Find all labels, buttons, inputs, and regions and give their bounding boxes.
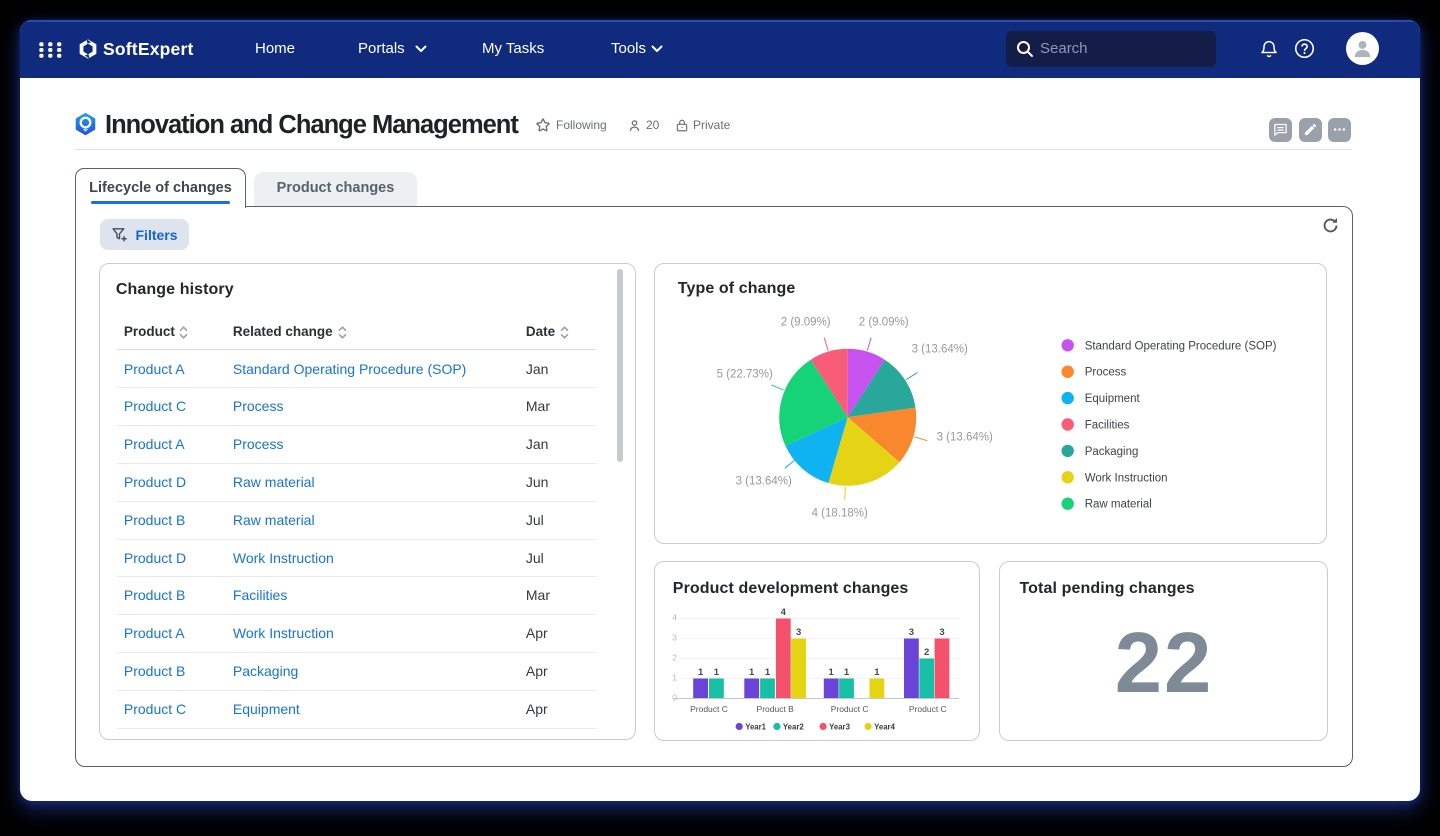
svg-text:2 (9.09%): 2 (9.09%) [859, 316, 909, 328]
svg-text:3: 3 [909, 627, 914, 638]
svg-text:1: 1 [698, 667, 704, 678]
svg-text:Year4: Year4 [874, 723, 895, 732]
svg-text:Product C: Product C [830, 704, 868, 714]
svg-text:1: 1 [844, 667, 850, 678]
svg-text:Standard Operating Procedure (: Standard Operating Procedure (SOP) [1084, 340, 1276, 352]
svg-text:Product C: Product C [690, 704, 728, 714]
svg-text:Year3: Year3 [829, 723, 850, 732]
svg-text:1: 1 [828, 667, 834, 678]
svg-text:3: 3 [796, 627, 801, 638]
svg-text:Year2: Year2 [783, 723, 804, 732]
svg-text:Equipment: Equipment [1084, 393, 1140, 405]
svg-text:2: 2 [924, 647, 929, 658]
svg-text:4: 4 [672, 613, 677, 623]
svg-text:1: 1 [749, 667, 755, 678]
svg-text:1: 1 [672, 673, 677, 683]
svg-text:Work Instruction: Work Instruction [1084, 472, 1167, 484]
svg-text:5 (22.73%): 5 (22.73%) [716, 368, 772, 380]
svg-text:Year1: Year1 [745, 723, 766, 732]
svg-text:3: 3 [672, 633, 677, 643]
svg-text:Process: Process [1084, 367, 1126, 379]
svg-text:1: 1 [714, 667, 720, 678]
svg-text:3: 3 [939, 627, 944, 638]
svg-text:1: 1 [874, 667, 880, 678]
svg-text:Product B: Product B [756, 704, 794, 714]
svg-text:0: 0 [672, 693, 677, 703]
svg-text:Packaging: Packaging [1084, 446, 1138, 458]
svg-text:2 (9.09%): 2 (9.09%) [781, 316, 831, 328]
svg-text:1: 1 [765, 667, 771, 678]
svg-text:2: 2 [672, 653, 677, 663]
svg-text:Facilities: Facilities [1084, 420, 1129, 432]
svg-text:3 (13.64%): 3 (13.64%) [911, 343, 967, 355]
svg-text:3 (13.64%): 3 (13.64%) [936, 431, 992, 443]
svg-text:4: 4 [780, 607, 786, 618]
svg-text:3 (13.64%): 3 (13.64%) [735, 475, 791, 487]
svg-text:Product C: Product C [909, 704, 947, 714]
svg-text:Raw material: Raw material [1084, 499, 1151, 511]
svg-text:4 (18.18%): 4 (18.18%) [811, 507, 867, 519]
